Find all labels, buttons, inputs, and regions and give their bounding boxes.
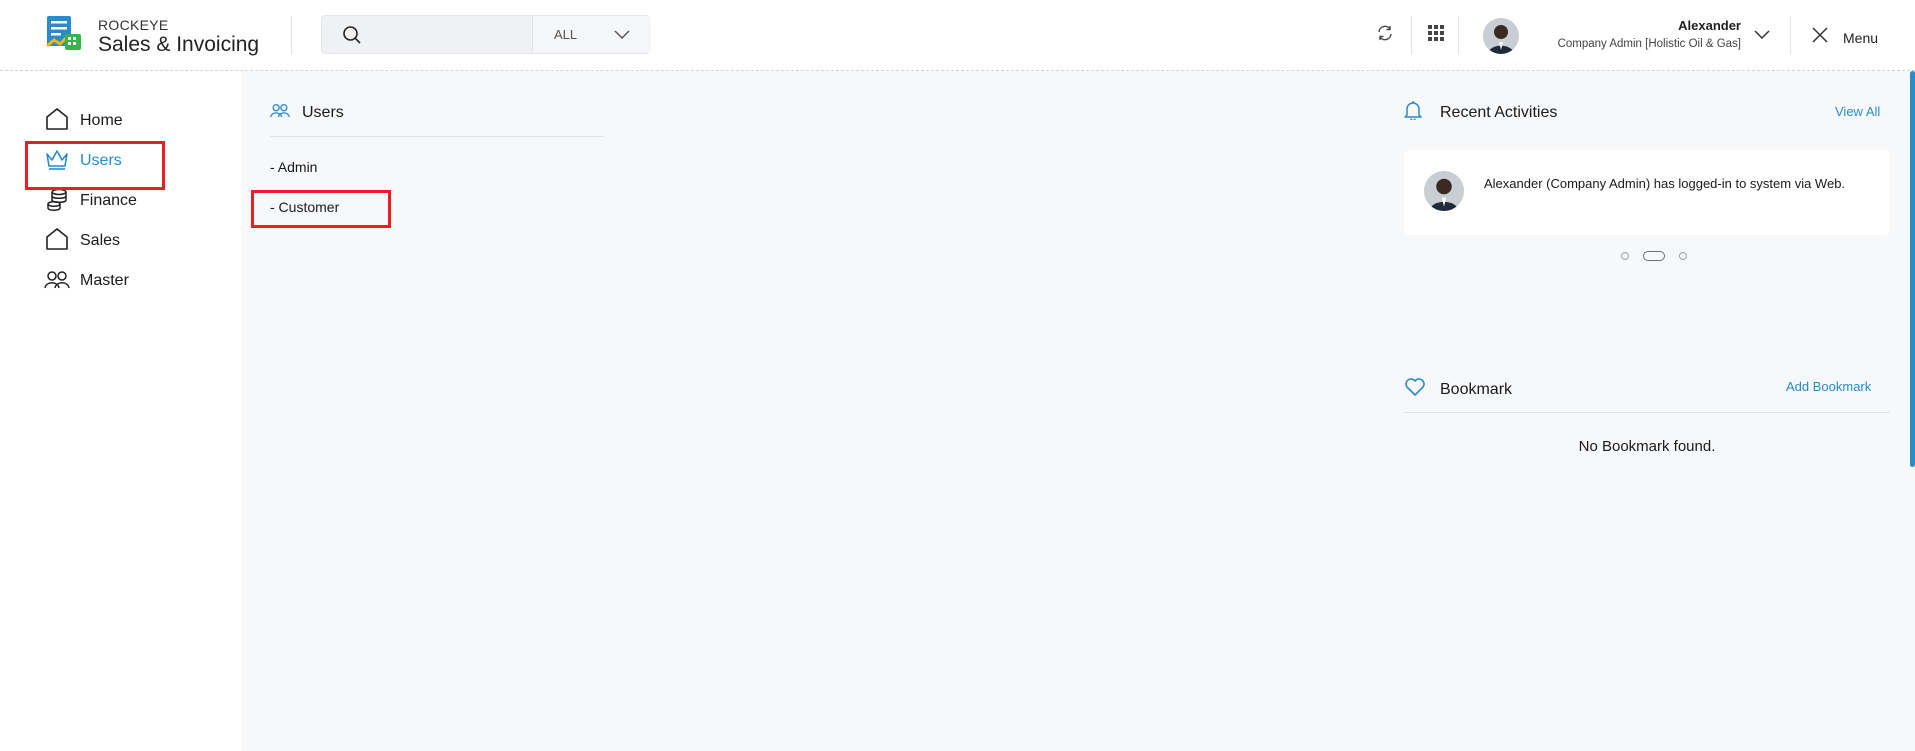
divider bbox=[291, 16, 292, 54]
bell-icon bbox=[1404, 100, 1422, 125]
menu-label: Menu bbox=[1843, 29, 1879, 46]
global-search: ALL bbox=[321, 15, 651, 54]
users-icon bbox=[44, 266, 70, 297]
grid-icon bbox=[1427, 24, 1445, 47]
sidebar-item-finance[interactable]: Finance bbox=[44, 188, 137, 214]
top-bar: ROCKEYE Sales & Invoicing ALL Alexander … bbox=[0, 0, 1915, 71]
sidebar-item-users[interactable]: Users bbox=[44, 148, 122, 174]
refresh-icon bbox=[1376, 24, 1394, 47]
bookmark-header: Bookmark bbox=[1404, 377, 1512, 402]
sidebar-item-master[interactable]: Master bbox=[44, 268, 129, 294]
submenu-item-admin[interactable]: - Admin bbox=[270, 159, 317, 175]
chevron-down-icon[interactable] bbox=[1753, 27, 1771, 46]
bookmark-empty-text: No Bookmark found. bbox=[1578, 438, 1716, 455]
chevron-down-icon bbox=[613, 27, 631, 46]
refresh-button[interactable] bbox=[1372, 22, 1398, 48]
activity-card: Alexander (Company Admin) has logged-in … bbox=[1404, 150, 1890, 235]
users-panel-header: Users bbox=[270, 100, 344, 125]
view-all-link[interactable]: View All bbox=[1835, 104, 1880, 119]
sidebar-item-label: Home bbox=[80, 112, 123, 129]
app-title: Sales & Invoicing bbox=[98, 33, 260, 56]
recent-activities-title: Recent Activities bbox=[1440, 103, 1558, 121]
divider bbox=[1790, 16, 1791, 54]
close-icon bbox=[1811, 26, 1829, 49]
carousel-pagination bbox=[1614, 251, 1694, 261]
carousel-dot[interactable] bbox=[1621, 252, 1629, 260]
carousel-dot-active[interactable] bbox=[1643, 251, 1665, 261]
sidebar-item-home[interactable]: Home bbox=[44, 106, 123, 137]
divider bbox=[270, 136, 604, 137]
submenu-item-customer[interactable]: - Customer bbox=[270, 199, 339, 215]
add-bookmark-link[interactable]: Add Bookmark bbox=[1786, 379, 1871, 394]
app-logo-icon bbox=[44, 14, 84, 54]
activity-avatar bbox=[1424, 171, 1464, 211]
search-filter-value: ALL bbox=[554, 27, 578, 42]
sidebar-item-label: Finance bbox=[80, 192, 137, 209]
bookmark-title: Bookmark bbox=[1440, 380, 1513, 398]
home-icon bbox=[44, 106, 70, 137]
heart-icon bbox=[1404, 377, 1426, 402]
users-icon bbox=[270, 100, 290, 125]
sidebar-item-sales[interactable]: Sales bbox=[44, 226, 121, 257]
sidebar: Home Users Finance Sales Master bbox=[0, 71, 242, 751]
divider bbox=[1458, 16, 1459, 54]
divider bbox=[1404, 412, 1890, 413]
users-panel-title: Users bbox=[302, 103, 344, 121]
crown-icon bbox=[44, 146, 70, 177]
search-icon[interactable] bbox=[342, 25, 362, 50]
recent-activities-header: Recent Activities bbox=[1404, 100, 1557, 125]
user-name[interactable]: Alexander bbox=[1678, 18, 1741, 33]
sidebar-item-label: Sales bbox=[80, 232, 121, 249]
brand-name: ROCKEYE bbox=[98, 17, 169, 33]
carousel-dot[interactable] bbox=[1679, 252, 1687, 260]
home-icon bbox=[44, 226, 70, 257]
apps-grid-button[interactable] bbox=[1423, 22, 1449, 48]
sidebar-item-label: Users bbox=[80, 152, 122, 169]
scrollbar[interactable] bbox=[1910, 71, 1915, 467]
sidebar-item-label: Master bbox=[80, 272, 129, 289]
coins-icon bbox=[44, 186, 70, 217]
search-filter-select[interactable]: ALL bbox=[532, 16, 651, 53]
divider bbox=[1411, 16, 1412, 54]
activity-text: Alexander (Company Admin) has logged-in … bbox=[1484, 176, 1846, 191]
user-avatar[interactable] bbox=[1483, 18, 1519, 54]
menu-button[interactable]: Menu bbox=[1811, 26, 1878, 49]
user-role: Company Admin [Holistic Oil & Gas] bbox=[1557, 38, 1741, 50]
main-content: Users - Admin - Customer Recent Activiti… bbox=[242, 71, 1915, 751]
